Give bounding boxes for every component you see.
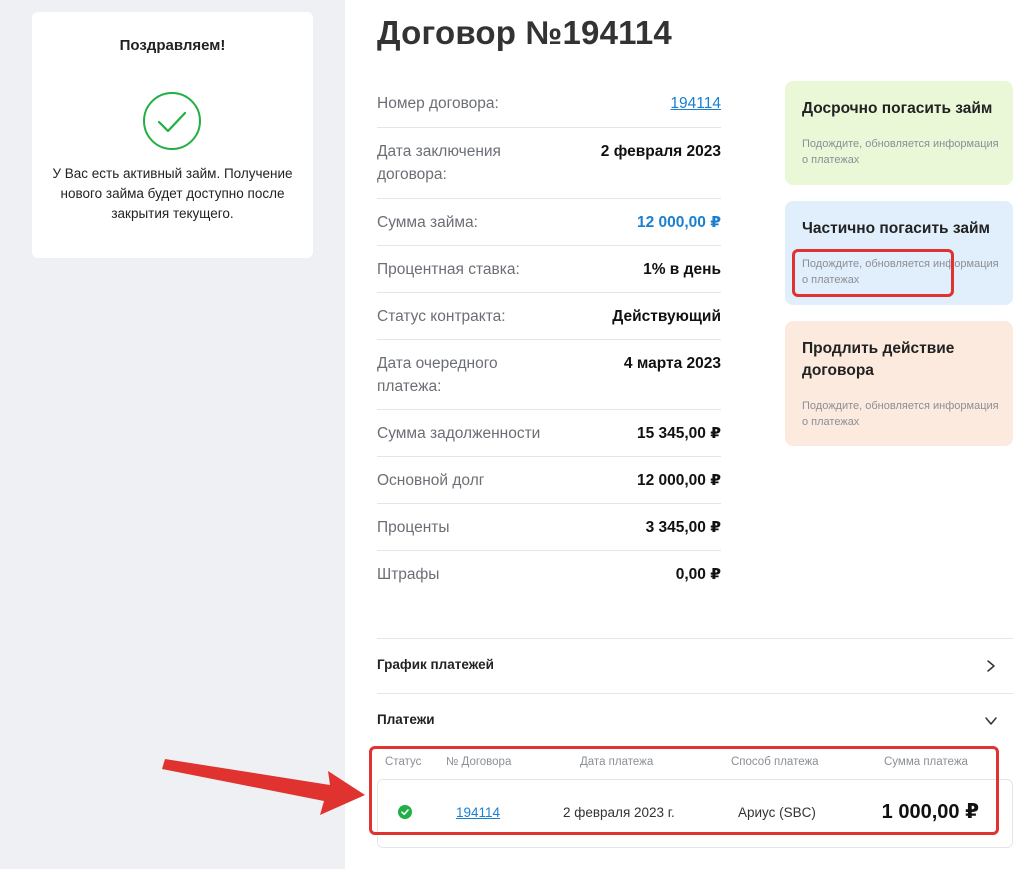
info-label: Сумма займа: bbox=[377, 214, 478, 231]
info-value: 1% в день bbox=[643, 261, 721, 278]
divider bbox=[377, 638, 1013, 639]
check-circle-icon bbox=[143, 92, 201, 150]
congrats-text: У Вас есть активный займ. Получение ново… bbox=[52, 166, 293, 221]
info-label: Номер договора: bbox=[377, 95, 499, 112]
info-value: 15 345,00 ₽ bbox=[636, 425, 721, 442]
highlight-box bbox=[792, 249, 954, 297]
early-repay-card[interactable]: Досрочно погасить займ Подождите, обновл… bbox=[785, 81, 1013, 185]
partial-repay-title: Частично погасить займ bbox=[802, 220, 990, 237]
schedule-section-title[interactable]: График платежей bbox=[377, 657, 494, 672]
contract-number-link[interactable]: 194114 bbox=[670, 92, 721, 115]
early-repay-title: Досрочно погасить займ bbox=[802, 100, 993, 117]
info-row: Штрафы 0,00 ₽ bbox=[377, 551, 721, 598]
info-value: 12 000,00 ₽ bbox=[636, 472, 721, 489]
info-row: Дата заключения договора: 2 февраля 2023 bbox=[377, 128, 721, 199]
info-label: Проценты bbox=[377, 519, 450, 536]
page-title: Договор №194114 bbox=[377, 14, 672, 51]
info-label: Сумма задолженности bbox=[377, 425, 541, 442]
info-value: 3 345,00 ₽ bbox=[645, 519, 721, 536]
info-row: Сумма займа: 12 000,00 ₽ bbox=[377, 199, 721, 246]
chevron-down-icon[interactable] bbox=[984, 714, 998, 728]
highlight-box bbox=[369, 746, 999, 835]
early-repay-subtitle: Подождите, обновляется информация о плат… bbox=[802, 138, 999, 166]
info-value: 2 февраля 2023 bbox=[600, 143, 721, 160]
info-row: Дата очередного платежа: 4 марта 2023 bbox=[377, 340, 721, 410]
payments-section-title[interactable]: Платежи bbox=[377, 712, 435, 727]
info-value: Действующий bbox=[612, 308, 721, 325]
info-label: Основной долг bbox=[377, 472, 485, 489]
info-row: Процентная ставка: 1% в день bbox=[377, 246, 721, 293]
info-label: Процентная ставка: bbox=[377, 261, 520, 278]
info-label: Статус контракта: bbox=[377, 308, 506, 325]
contract-info-table: Номер договора: 194114 Дата заключения д… bbox=[377, 80, 721, 598]
red-arrow-icon bbox=[162, 759, 365, 815]
info-label: Штрафы bbox=[377, 566, 440, 583]
info-value: 4 марта 2023 bbox=[623, 355, 721, 372]
extend-contract-title: Продлить действие договора bbox=[802, 340, 955, 379]
info-value: 12 000,00 ₽ bbox=[636, 214, 721, 231]
congrats-title: Поздравляем! bbox=[119, 37, 226, 54]
congrats-card: Поздравляем! У Вас есть активный займ. П… bbox=[32, 12, 313, 258]
extend-contract-subtitle: Подождите, обновляется информация о плат… bbox=[802, 400, 999, 428]
chevron-right-icon[interactable] bbox=[984, 659, 998, 673]
extend-contract-card[interactable]: Продлить действие договора Подождите, об… bbox=[785, 321, 1013, 446]
info-row: Статус контракта: Действующий bbox=[377, 293, 721, 340]
divider bbox=[377, 693, 1013, 694]
info-label: Дата очередного платежа: bbox=[377, 355, 498, 395]
info-label: Дата заключения договора: bbox=[377, 143, 501, 183]
info-row: Сумма задолженности 15 345,00 ₽ bbox=[377, 410, 721, 457]
info-row: Проценты 3 345,00 ₽ bbox=[377, 504, 721, 551]
info-value: 0,00 ₽ bbox=[675, 566, 721, 583]
info-row: Номер договора: 194114 bbox=[377, 80, 721, 128]
info-row: Основной долг 12 000,00 ₽ bbox=[377, 457, 721, 504]
